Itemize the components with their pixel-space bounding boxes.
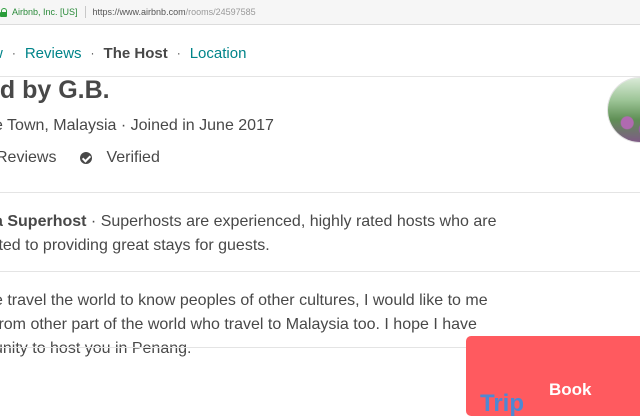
host-verified-label[interactable]: Verified	[106, 149, 159, 167]
nav-reviews[interactable]: Reviews	[25, 45, 82, 62]
host-avatar[interactable]	[608, 78, 640, 142]
nav-location[interactable]: Location	[190, 45, 247, 62]
about-line: from other part of the world who travel …	[0, 316, 477, 333]
host-title: ed by G.B.	[0, 76, 110, 104]
book-button[interactable]: Trip Book	[466, 336, 640, 417]
superhost-info: a Superhost · Superhosts are experienced…	[0, 210, 640, 258]
about-line: unity to host you in Penang.	[0, 340, 192, 357]
section-divider	[0, 192, 640, 193]
book-button-label: Book	[549, 380, 592, 399]
nav-separator: ·	[176, 46, 181, 60]
address-separator	[84, 6, 86, 18]
superhost-label: a Superhost	[0, 213, 87, 230]
superhost-description: · Superhosts are experienced, highly rat…	[86, 213, 497, 230]
nav-separator: ·	[90, 46, 95, 60]
site-identity[interactable]: Airbnb, Inc. [US]	[12, 7, 78, 17]
nav-separator: ·	[11, 46, 16, 60]
verified-check-icon	[80, 152, 93, 164]
host-stats: Reviews Verified	[0, 149, 160, 167]
nav-overview[interactable]: w	[0, 45, 3, 62]
host-reviews-link[interactable]: Reviews	[0, 149, 56, 167]
overlay-ghost-text: Trip	[480, 390, 525, 417]
lock-icon	[0, 7, 8, 17]
host-location-joined: e Town, Malaysia · Joined in June 2017	[0, 117, 274, 134]
about-line: e travel the world to know peoples of ot…	[0, 292, 488, 309]
browser-address-bar[interactable]: Airbnb, Inc. [US] https://www.airbnb.com…	[0, 0, 640, 25]
superhost-description-line2: tted to providing great stays for guests…	[0, 237, 270, 254]
section-divider	[0, 271, 640, 272]
nav-the-host[interactable]: The Host	[104, 45, 168, 62]
url-text[interactable]: https://www.airbnb.com/rooms/24597585	[93, 7, 256, 17]
listing-subnav: w · Reviews · The Host · Location	[0, 30, 640, 77]
